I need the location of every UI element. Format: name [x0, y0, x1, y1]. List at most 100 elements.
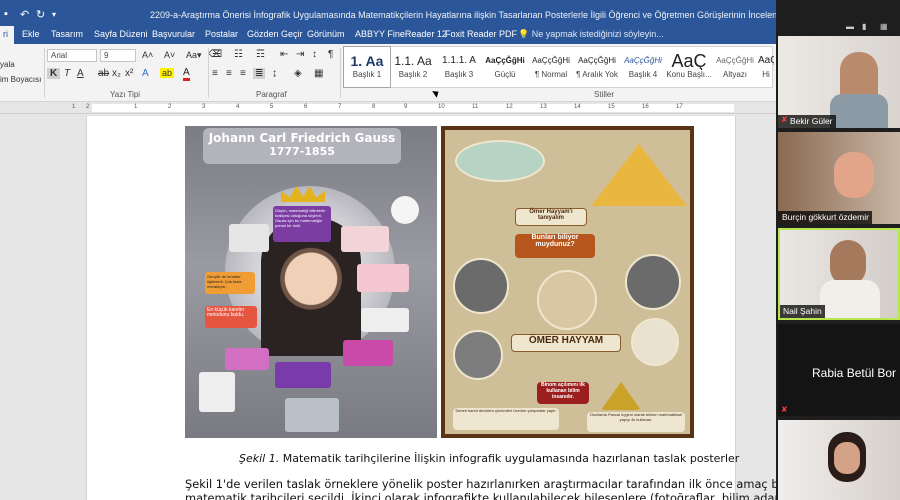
document-page[interactable]: Johann Carl Friedrich Gauss 1777-1855 Dü… — [86, 116, 776, 500]
word-window: ▪ ↶ ↻ ▾ 2209-a-Araştırma Önerisi İnfogra… — [0, 0, 776, 500]
poster-note: En küçük kareler metodunu buldu. — [205, 306, 257, 328]
view-icon[interactable]: ▬ — [846, 22, 854, 31]
subscript-icon[interactable]: x₂ — [112, 68, 121, 79]
save-icon[interactable]: ▪ — [4, 8, 8, 20]
align-center-icon[interactable]: ≡ — [226, 68, 232, 79]
ruler-number: 3 — [202, 104, 206, 110]
divider — [44, 48, 45, 98]
style-preview: AaÇçĞğHi — [532, 56, 570, 65]
align-right-icon[interactable]: ≡ — [240, 68, 246, 79]
grid-icon[interactable]: ▦ — [880, 22, 888, 31]
ruler-number: 5 — [270, 104, 274, 110]
style-name: Başlık 3 — [444, 70, 474, 79]
ruler[interactable]: 1 2 1 2 3 4 5 6 7 8 9 10 11 12 13 14 15 … — [0, 102, 776, 114]
style-no-spacing[interactable]: AaÇçĞğHi ¶ Aralık Yok — [574, 47, 620, 87]
sort-icon[interactable]: ↕ — [312, 49, 317, 60]
tab-mailings[interactable]: Postalar — [205, 29, 238, 39]
ruler-number: 16 — [642, 104, 649, 110]
ruler-number: 13 — [540, 104, 547, 110]
poster-gauss[interactable]: Johann Carl Friedrich Gauss 1777-1855 Dü… — [185, 126, 437, 438]
text-effects-icon[interactable]: A — [142, 68, 149, 79]
style-heading1[interactable]: 1. Aa Başlık 1 — [343, 46, 391, 88]
tab-foxit[interactable]: Foxit Reader PDF — [445, 29, 517, 39]
justify-icon[interactable]: ≣ — [253, 68, 266, 79]
tab-abbyy[interactable]: ABBYY FineReader 12 — [355, 29, 447, 39]
style-strong[interactable]: AaÇçĞğHi Güçlü — [482, 47, 528, 87]
participant-tile[interactable]: Burçin gökkurt özdemir — [778, 132, 900, 224]
body-line: Şekil 1'de verilen taslak örneklere yöne… — [185, 477, 776, 491]
quick-access-dropdown-icon[interactable]: ▾ — [52, 10, 56, 19]
style-preview: AaÇçĞğHi — [624, 56, 662, 65]
tent-icon — [591, 144, 687, 206]
poster-hayyam-name: ÖMER HAYYAM — [511, 334, 621, 352]
numbering-icon[interactable]: ☷ — [234, 49, 243, 60]
style-heading2[interactable]: 1.1. Aa Başlık 2 — [390, 47, 436, 87]
ruler-number: 2 — [168, 104, 172, 110]
ruler-number: 7 — [338, 104, 342, 110]
ruler-number: 17 — [676, 104, 683, 110]
tab-insert[interactable]: Ekle — [22, 29, 40, 39]
font-name-combo[interactable]: Arial — [47, 49, 97, 62]
style-name: Güçlü — [494, 70, 516, 79]
mic-muted-icon: ✘ — [781, 115, 788, 124]
paste-label[interactable]: yala — [0, 60, 15, 69]
info-circle — [631, 318, 679, 366]
layout-icon[interactable]: ▮ — [862, 22, 866, 31]
style-heading3[interactable]: 1.1.1. A Başlık 3 — [436, 47, 482, 87]
styles-gallery: 1. Aa Başlık 1 1.1. Aa Başlık 2 1.1.1. A Ba… — [343, 46, 774, 88]
ruler-number: 10 — [438, 104, 445, 110]
font-size-combo[interactable]: 9 — [100, 49, 136, 62]
poster-note: Düşün, matematiği bilimlerin kraliçesi o… — [273, 206, 331, 242]
participant-face — [834, 442, 860, 474]
tab-layout[interactable]: Sayfa Düzeni — [94, 29, 148, 39]
tab-design[interactable]: Tasarım — [51, 29, 83, 39]
pascal-triangle — [601, 382, 641, 410]
undo-icon[interactable]: ↶ — [20, 8, 29, 21]
tab-view[interactable]: Görünüm — [307, 29, 345, 39]
change-case-icon[interactable]: Aa▾ — [186, 50, 202, 61]
bullets-icon[interactable]: ☰ — [212, 49, 221, 60]
redo-icon[interactable]: ↻ — [36, 8, 45, 21]
shading-icon[interactable]: ◈ — [294, 68, 302, 79]
tab-home[interactable]: ri — [0, 26, 14, 44]
style-heading4[interactable]: AaÇçĞğHi Başlık 4 — [620, 47, 666, 87]
format-painter-label[interactable]: im Boyacısı — [0, 75, 41, 84]
style-more[interactable]: AaÇ Hi — [758, 47, 774, 87]
style-name: ¶ Normal — [534, 70, 568, 79]
increase-indent-icon[interactable]: ⇥ — [296, 49, 304, 60]
bottom-note: Seneri kareli denklem çözümleri üzerine … — [453, 408, 559, 430]
font-group-label: Yazı Tipi — [110, 90, 141, 99]
style-preview: AaÇ — [758, 55, 774, 66]
underline-icon[interactable]: A — [77, 68, 84, 79]
poster-note — [361, 308, 409, 332]
tab-review[interactable]: Gözden Geçir — [247, 29, 303, 39]
italic-icon[interactable]: T — [64, 68, 70, 79]
participant-tile[interactable]: Bekir Güler ✘ — [778, 36, 900, 128]
document-title: 2209-a-Araştırma Önerisi İnfografik Uygu… — [150, 10, 776, 20]
font-color-icon[interactable]: A — [183, 68, 190, 81]
decrease-indent-icon[interactable]: ⇤ — [280, 49, 288, 60]
line-spacing-icon[interactable]: ↨ — [272, 68, 277, 79]
style-normal[interactable]: AaÇçĞğHi ¶ Normal — [528, 47, 574, 87]
info-circle — [625, 254, 681, 310]
bold-icon[interactable]: K — [47, 68, 61, 79]
participant-tile[interactable] — [778, 420, 900, 500]
superscript-icon[interactable]: x² — [125, 68, 133, 79]
tab-references[interactable]: Başvurular — [152, 29, 195, 39]
shrink-font-icon[interactable]: A˅ — [164, 50, 175, 60]
highlight-icon[interactable]: ab — [160, 68, 175, 78]
style-title[interactable]: AaÇ Konu Başlı... — [666, 47, 712, 87]
building-image — [285, 398, 339, 432]
borders-icon[interactable]: ▦ — [314, 68, 323, 79]
multilevel-list-icon[interactable]: ☶ — [256, 49, 265, 60]
grow-font-icon[interactable]: A˄ — [142, 50, 153, 60]
participant-tile-active[interactable]: Nail Şahin — [778, 228, 900, 320]
align-left-icon[interactable]: ≡ — [212, 68, 218, 79]
style-subtitle[interactable]: AaÇçĞğHi Altyazı — [712, 47, 758, 87]
tell-me-box[interactable]: 💡 Ne yapmak istediğinizi söyleyin... — [518, 29, 664, 40]
ribbon: yala im Boyacısı Arial 9 A˄ A˅ Aa▾ ⌫ K T… — [0, 44, 776, 102]
strikethrough-icon[interactable]: ab — [98, 68, 109, 79]
poster-hayyam[interactable]: Ömer Hayyam'ı tanıyalım Bunları biliyor … — [441, 126, 694, 438]
participant-tile[interactable]: Rabia Betül Bor ✘ — [778, 324, 900, 416]
show-marks-icon[interactable]: ¶ — [328, 49, 333, 60]
